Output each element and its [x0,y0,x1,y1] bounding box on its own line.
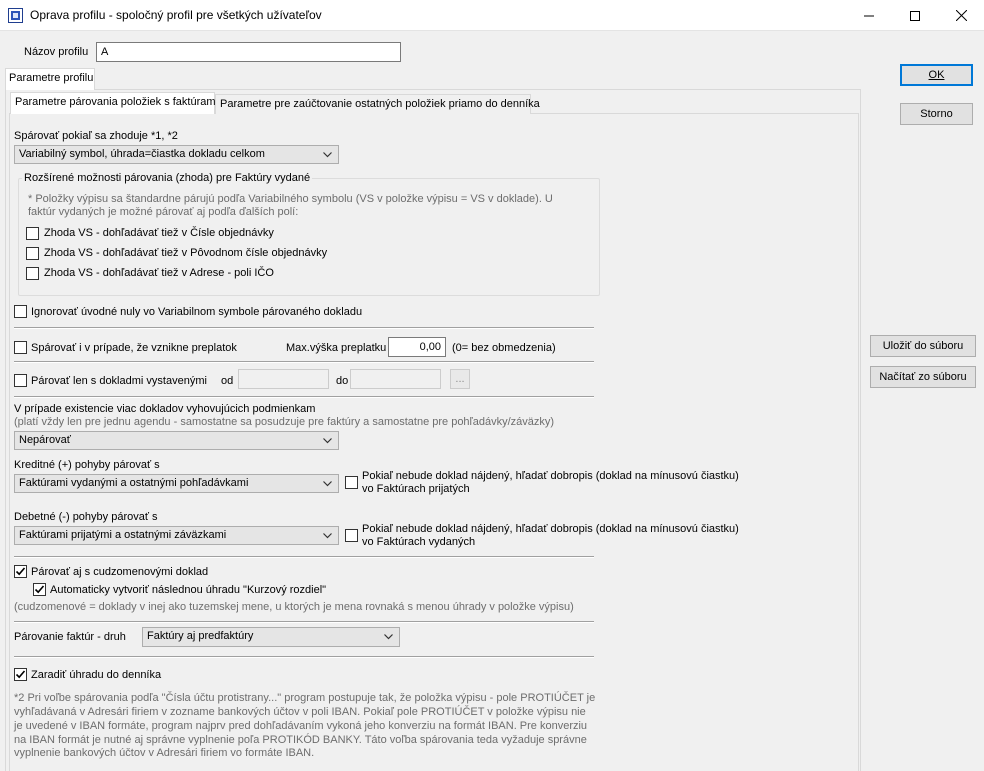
journal-checkbox[interactable] [14,668,27,681]
save-to-file-button[interactable]: Uložiť do súboru [870,335,976,357]
cancel-button[interactable]: Storno [900,103,973,125]
browse-button[interactable]: ... [450,369,470,389]
original-order-checkbox[interactable] [26,247,39,260]
title-bar: Oprava profilu - spoločný profil pre vše… [0,0,984,31]
minimize-button[interactable] [846,0,892,31]
original-order-label: Zhoda VS - dohľadávať tiež v Pôvodnom čí… [44,247,328,259]
credit-label: Kreditné (+) pohyby párovať s [14,459,160,471]
extended-matching-title: Rozšírené možnosti párovania (zhoda) pre… [22,172,313,184]
debit-select-value: Faktúrami prijatými a ostatnými záväzkam… [19,529,227,541]
exchange-diff-checkbox[interactable] [33,583,46,596]
ok-button-label: OK [928,69,945,81]
checkmark-icon [34,585,45,594]
order-number-label: Zhoda VS - dohľadávať tiež v Čísle objed… [44,227,274,239]
date-from-input[interactable] [238,369,329,389]
checkmark-icon [15,567,26,576]
max-overpay-input[interactable]: 0,00 [388,337,446,357]
window-title: Oprava profilu - spoločný profil pre vše… [30,8,322,22]
chevron-down-icon [323,533,332,539]
order-number-checkbox[interactable] [26,227,39,240]
max-overpay-label: Max.výška preplatku [286,342,387,354]
app-icon [8,8,23,23]
debit-fallback-line1: Pokiaľ nebude doklad nájdený, hľadať dob… [362,523,739,535]
multiple-docs-label: V prípade existencie viac dokladov vyhov… [14,403,316,415]
credit-fallback-line2: vo Faktúrach prijatých [362,483,470,495]
separator [14,396,594,398]
footnote-line: je uvedené v IBAN formáte, program najpr… [14,720,588,732]
invoice-kind-label: Párovanie faktúr - druh [14,631,126,643]
multiple-docs-note: (platí vždy len pre jednu agendu - samos… [14,416,555,428]
separator [14,327,594,329]
date-to-label: do [336,375,349,387]
multiple-docs-select-value: Nepárovať [19,434,71,446]
exchange-diff-label: Automaticky vytvoriť následnou úhradu "K… [50,584,327,596]
footnote-line: vyhľadávaná v Adresári firiem v zozname … [14,706,586,718]
match-select[interactable]: Variabilný symbol, úhrada=čiastka doklad… [14,145,339,164]
ok-button[interactable]: OK [900,64,973,86]
debit-select[interactable]: Faktúrami prijatými a ostatnými záväzkam… [14,526,339,545]
profile-name-input[interactable]: A [96,42,401,62]
close-button[interactable] [938,0,984,31]
separator [14,556,594,558]
match-select-value: Variabilný symbol, úhrada=čiastka doklad… [19,148,265,160]
ico-checkbox[interactable] [26,267,39,280]
chevron-down-icon [323,481,332,487]
credit-select[interactable]: Faktúrami vydanými a ostatnými pohľadávk… [14,474,339,493]
debit-label: Debetné (-) pohyby párovať s [14,511,158,523]
tab-profile-parameters[interactable]: Parametre profilu [5,68,95,90]
tab-pairing-parameters[interactable]: Parametre párovania položiek s faktúrami [10,92,218,114]
chevron-down-icon [323,438,332,444]
foreign-currency-note: (cudzomenové = doklady v inej ako tuzems… [14,601,574,613]
maximize-button[interactable] [892,0,938,31]
foreign-currency-checkbox[interactable] [14,565,27,578]
debit-fallback-checkbox[interactable] [345,529,358,542]
credit-fallback-checkbox[interactable] [345,476,358,489]
foreign-currency-label: Párovať aj s cudzomenovými doklad [31,566,209,578]
tab-posting-parameters[interactable]: Parametre pre zaúčtovanie ostatných polo… [215,94,540,114]
load-from-file-button[interactable]: Načítať zo súboru [870,366,976,388]
max-overpay-hint: (0= bez obmedzenia) [452,342,556,354]
date-from-label: od [221,375,234,387]
chevron-down-icon [323,152,332,158]
separator [14,361,594,363]
ignore-zeros-label: Ignorovať úvodné nuly vo Variabilnom sym… [31,306,363,318]
credit-select-value: Faktúrami vydanými a ostatnými pohľadávk… [19,477,249,489]
match-label: Spárovať pokiaľ sa zhoduje *1, *2 [14,130,178,142]
footnote-line: *2 Pri voľbe spárovania podľa "Čísla účt… [14,692,596,704]
chevron-down-icon [384,634,393,640]
invoice-kind-select-value: Faktúry aj predfaktúry [147,630,254,642]
footnote-line: vyplnenie bankových účtov v Adresári fir… [14,747,315,759]
ico-label: Zhoda VS - dohľadávať tiež v Adrese - po… [44,267,274,279]
profile-name-label: Názov profilu [24,46,89,58]
journal-label: Zaradiť úhradu do denníka [31,669,162,681]
extended-note-line1: * Položky výpisu sa štandardne párujú po… [28,193,553,205]
debit-fallback-line2: vo Faktúrach vydaných [362,536,476,548]
checkmark-icon [15,670,26,679]
separator [14,656,594,658]
overpay-checkbox[interactable] [14,341,27,354]
extended-note-line2: faktúr vydaných je možné párovať aj podľ… [28,206,299,218]
date-range-label: Párovať len s dokladmi vystavenými [31,375,207,387]
invoice-kind-select[interactable]: Faktúry aj predfaktúry [142,627,400,647]
ignore-zeros-checkbox[interactable] [14,305,27,318]
date-to-input[interactable] [350,369,441,389]
multiple-docs-select[interactable]: Nepárovať [14,431,339,450]
minimize-icon [864,15,874,16]
overpay-label: Spárovať i v prípade, že vznikne preplat… [31,342,237,354]
maximize-icon [910,10,920,21]
close-icon [955,10,967,21]
tab-profile-parameters-label: Parametre profilu [9,72,94,84]
credit-fallback-line1: Pokiaľ nebude doklad nájdený, hľadať dob… [362,470,739,482]
separator [14,621,594,623]
footnote-line: na IBAN formát je nutné aj správne vypln… [14,734,587,746]
date-range-checkbox[interactable] [14,374,27,387]
